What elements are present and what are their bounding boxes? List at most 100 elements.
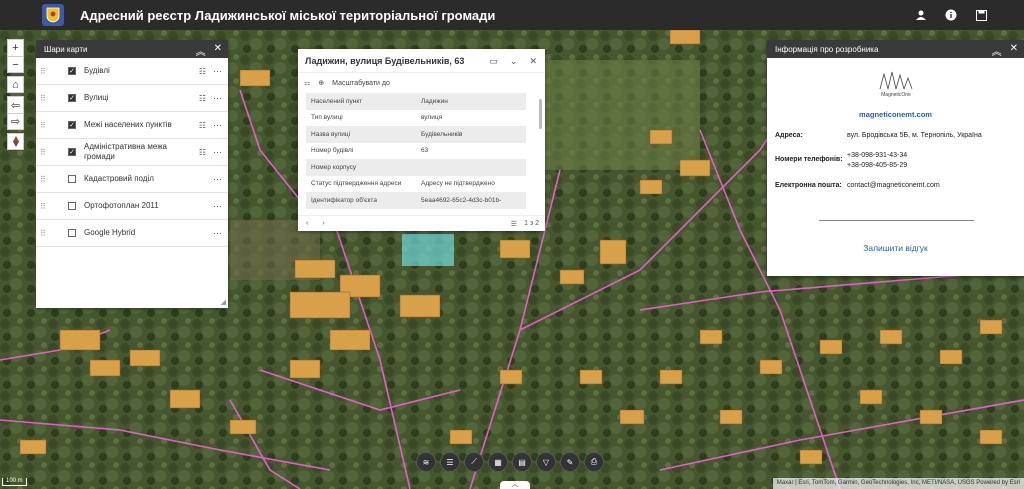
attribute-key: Номер будівлі [311,147,354,155]
layers-icon[interactable]: ≋ [416,452,436,472]
previous-extent-icon[interactable]: ⇦ [7,96,24,113]
magneticone-logo: MagneticOne [872,70,920,100]
layers-panel: Шари карти ︽ ✕ ⠿ ✓ Будівлі ☷ ⋯ ⠿ ✓ Вулиці ☷ ⋯ ⠿ ✓ Ме… [36,40,228,308]
feature-pager: 1 з 2 [524,220,539,227]
phones-label: Номери телефонів: [775,156,843,163]
list-icon[interactable]: ☰ [440,452,460,472]
layer-name: Межі населених пунктів [84,120,172,129]
close-icon[interactable]: ✕ [214,43,222,58]
divider [819,220,974,221]
attribute-value: 5eaa4692-65c2-4d3c-b01b- [416,192,526,209]
layer-row[interactable]: ⠿ ✓ Межі населених пунктів ☷ ⋯ [36,112,228,139]
basemap-icon[interactable]: ▦ [488,452,508,472]
more-options-icon[interactable]: ⋯ [213,147,222,158]
more-options-icon[interactable]: ⋯ [213,120,222,131]
coat-of-arms-logo [42,4,64,26]
attribute-value: Ладижин [416,93,526,110]
more-options-icon[interactable]: ⋯ [213,66,222,77]
website-link[interactable]: magneticonemt.com [767,110,1024,119]
drag-handle-icon[interactable]: ⠿ [40,229,50,238]
legend-icon[interactable]: ☷ [199,67,206,76]
table-icon[interactable]: ▤ [512,452,532,472]
layer-checkbox[interactable]: ✓ [68,94,76,102]
previous-feature-icon[interactable]: ‹ [306,220,308,227]
feature-popup: Ладижин, вулиця Будівельників, 63 ▭ ⌄ ✕ … [298,49,545,231]
attribute-row: Населений пункт Ладижин [306,93,526,110]
logo-text: MagneticOne [881,92,911,98]
layer-name: Google Hybrid [84,228,136,237]
email-row: Електронна пошта: contact@magneticonemt.… [775,182,940,189]
filter-icon[interactable]: ▽ [536,452,556,472]
popup-title: Ладижин, вулиця Будівельників, 63 [305,55,465,66]
legend-icon[interactable]: ☷ [199,148,206,157]
attribute-key: Населений пункт [306,93,416,110]
layer-name: Будівлі [84,66,110,75]
more-options-icon[interactable]: ⋯ [213,174,222,185]
layer-row[interactable]: ⠿ ✓ Адміністративна межа громади ☷ ⋯ [36,139,228,166]
layer-list: ⠿ ✓ Будівлі ☷ ⋯ ⠿ ✓ Вулиці ☷ ⋯ ⠿ ✓ Межі населених пу… [36,58,228,247]
attribute-value: 63 [421,147,429,155]
app-header: Адресний реєстр Ладижинської міської тер… [0,0,1024,30]
developer-panel-title: Інформація про розробника [775,44,879,54]
drag-handle-icon[interactable]: ⠿ [40,67,50,76]
print-icon[interactable]: ⎙ [584,452,604,472]
drag-handle-icon[interactable]: ⠿ [40,148,50,157]
drag-handle-icon[interactable]: ⠿ [40,94,50,103]
drag-handle-icon[interactable]: ⠿ [40,175,50,184]
dock-icon[interactable]: ▭ [489,56,498,67]
layer-name: Кадастровий поділ [84,174,154,183]
collapse-icon[interactable]: ︽ [992,43,1002,58]
next-extent-icon[interactable]: ⇨ [7,113,24,130]
save-icon[interactable] [972,6,990,24]
more-options-icon[interactable]: ⋯ [213,201,222,212]
attribute-table: Населений пункт Ладижин Тип вулиці вулиця На… [306,93,526,209]
layer-checkbox[interactable] [68,229,76,237]
layer-row[interactable]: ⠿ Google Hybrid ⋯ [36,220,228,247]
chevron-down-icon[interactable]: ⌄ [510,56,518,67]
feature-list-icon[interactable]: ☰ [511,220,517,228]
close-icon[interactable]: ✕ [1010,43,1018,58]
app-title: Адресний реєстр Ладижинської міської тер… [80,7,496,23]
map-navigation-toolbar: + − ⌂ ⇦ ⇨ [7,39,24,153]
attribute-key: Статус підтвердження адреси [311,180,402,188]
measure-icon[interactable]: ⟋ [464,452,484,472]
zoom-out-button[interactable]: − [7,56,24,73]
more-options-icon[interactable]: ⋯ [213,93,222,104]
edit-icon[interactable]: ✎ [560,452,580,472]
more-options-icon[interactable]: ⋯ [213,228,222,239]
layer-checkbox[interactable] [68,202,76,210]
next-feature-icon[interactable]: › [322,220,324,227]
drag-handle-icon[interactable]: ⠿ [40,121,50,130]
zoom-to-icon[interactable]: ⊕ [318,79,324,87]
zoom-to-button[interactable]: Масштабувати до [332,80,390,87]
compass-icon[interactable] [7,133,24,150]
close-icon[interactable]: ✕ [529,56,537,67]
info-icon[interactable] [942,6,960,24]
attribute-value: Будівельників [416,126,526,143]
layer-checkbox[interactable]: ✓ [68,121,76,129]
layer-row[interactable]: ⠿ ✓ Будівлі ☷ ⋯ [36,58,228,85]
email-label: Електронна пошта: [775,182,842,189]
legend-icon[interactable]: ☷ [199,94,206,103]
layer-name: Ортофотоплан 2011 [84,201,159,210]
layer-row[interactable]: ⠿ ✓ Вулиці ☷ ⋯ [36,85,228,112]
popup-scrollbar[interactable] [539,99,542,129]
legend-icon[interactable]: ☷ [199,121,206,130]
feature-menu-icon[interactable]: ⚏ [304,79,310,87]
drag-handle-icon[interactable]: ⠿ [40,202,50,211]
layer-checkbox[interactable]: ✓ [68,67,76,75]
feedback-link[interactable]: Залишити відгук [767,243,1024,253]
home-icon[interactable]: ⌂ [7,76,24,93]
layer-row[interactable]: ⠿ Кадастровий поділ ⋯ [36,166,228,193]
user-icon[interactable] [912,6,930,24]
layer-checkbox[interactable]: ✓ [68,148,76,156]
layer-checkbox[interactable] [68,175,76,183]
collapse-icon[interactable]: ︽ [196,43,206,58]
resize-handle-icon[interactable]: ◢ [221,298,226,306]
zoom-in-button[interactable]: + [7,39,24,56]
layers-panel-header: Шари карти ︽ ✕ [36,40,228,58]
address-label: Адреса: [775,132,803,139]
layer-row[interactable]: ⠿ Ортофотоплан 2011 ⋯ [36,193,228,220]
attribute-row: Тип вулиці вулиця [306,110,526,127]
chevron-up-icon[interactable]: ︿ [500,481,530,489]
